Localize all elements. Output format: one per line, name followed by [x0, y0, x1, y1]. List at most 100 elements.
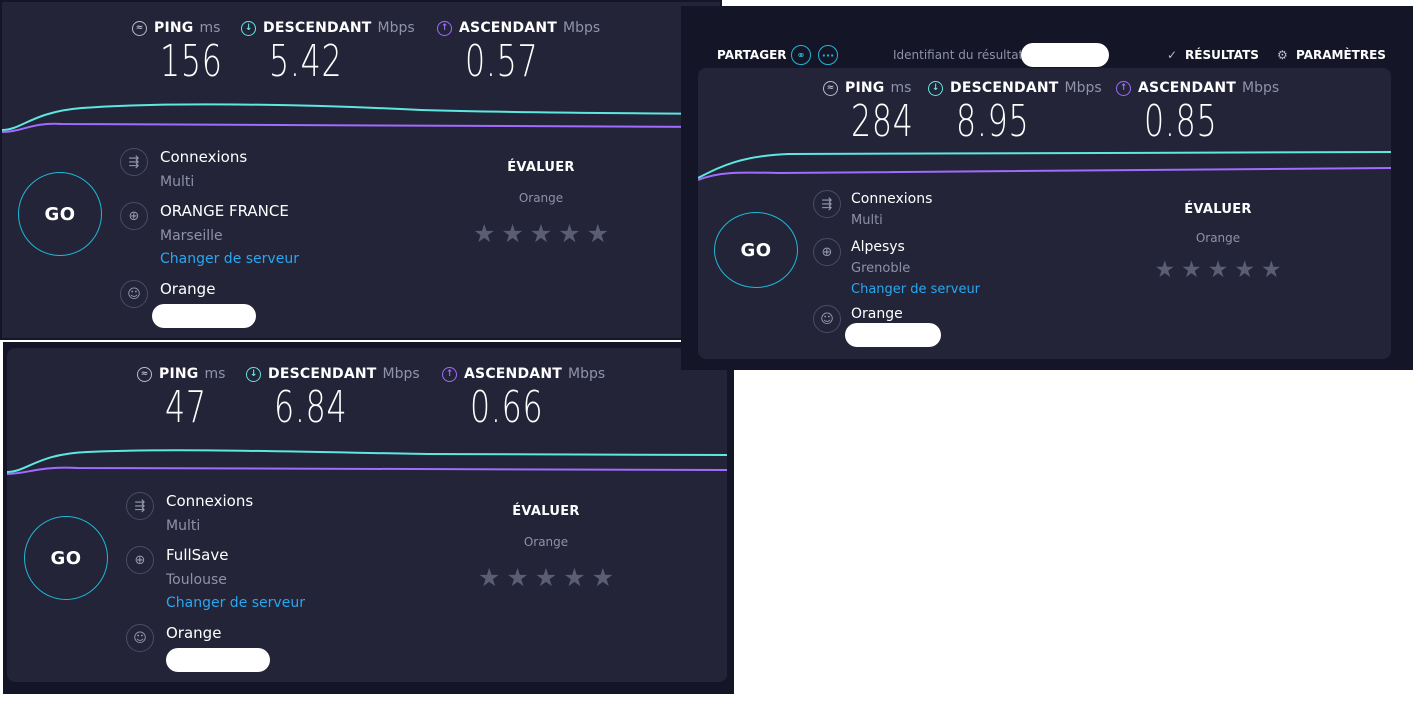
star-icon[interactable]: ★ — [530, 221, 552, 247]
server-city: Marseille — [160, 228, 223, 244]
user-icon: ☺ — [126, 624, 154, 652]
upload-arrow-icon: ↑ — [1116, 80, 1131, 96]
connections-icon: ⇶ — [813, 190, 841, 218]
upload-value: 0.66 — [470, 382, 544, 433]
server-name: ORANGE FRANCE — [160, 202, 289, 220]
upload-speed-line — [2, 122, 720, 133]
download-label: DESCENDANT — [268, 366, 377, 382]
result-card: ≈ PING ms 284 ↓ DESCENDANT Mbps 8.95 ↑ ASCEND… — [698, 68, 1391, 359]
star-icon[interactable]: ★ — [1181, 257, 1202, 283]
redacted-result-id — [1021, 43, 1109, 67]
download-arrow-icon: ↓ — [241, 20, 256, 36]
ping-metric: ≈ PING ms 47 — [137, 366, 225, 432]
isp-name: Orange — [166, 624, 222, 642]
download-value: 5.42 — [269, 36, 343, 87]
upload-label: ASCENDANT — [464, 366, 562, 382]
star-rating: ★ ★ ★ ★ ★ — [461, 565, 631, 591]
more-options-icon[interactable]: ··· — [818, 45, 838, 65]
rating-section: ÉVALUER Orange ★ ★ ★ ★ ★ — [1133, 202, 1303, 283]
redacted-ip — [166, 648, 270, 672]
star-icon[interactable]: ★ — [1154, 257, 1175, 283]
download-unit: Mbps — [382, 366, 420, 382]
rate-title: ÉVALUER — [512, 504, 580, 519]
speedtest-result-marseille: ≈ PING ms 156 ↓ DESCENDANT Mbps 5.42 ↑ ASCEND… — [0, 0, 722, 340]
star-icon[interactable]: ★ — [506, 565, 528, 591]
ping-icon: ≈ — [137, 366, 152, 382]
upload-unit: Mbps — [568, 366, 606, 382]
connections-label: Connexions — [160, 148, 248, 166]
ping-unit: ms — [199, 20, 221, 36]
speed-graph — [2, 103, 720, 133]
star-icon[interactable]: ★ — [558, 221, 580, 247]
ping-unit: ms — [890, 80, 912, 96]
connections-value: Multi — [160, 174, 195, 190]
speed-graph — [7, 449, 727, 475]
link-icon[interactable]: ⚭ — [791, 45, 811, 65]
change-server-link[interactable]: Changer de serveur — [166, 594, 305, 612]
upload-metric: ↑ ASCENDANT Mbps 0.57 — [437, 20, 600, 86]
star-rating: ★ ★ ★ ★ ★ — [456, 221, 626, 247]
star-icon[interactable]: ★ — [592, 565, 614, 591]
connections-label: Connexions — [851, 191, 933, 207]
connections-value: Multi — [166, 518, 201, 534]
upload-metric: ↑ ASCENDANT Mbps 0.85 — [1116, 80, 1279, 146]
ping-metric: ≈ PING ms 284 — [823, 80, 938, 146]
ping-value: 156 — [160, 36, 223, 87]
download-arrow-icon: ↓ — [246, 366, 261, 382]
globe-icon: ⊕ — [813, 238, 841, 266]
star-icon[interactable]: ★ — [1261, 257, 1282, 283]
rate-title: ÉVALUER — [1184, 202, 1252, 217]
user-icon: ☺ — [120, 280, 148, 308]
ping-icon: ≈ — [823, 80, 838, 96]
globe-icon: ⊕ — [126, 546, 154, 574]
download-unit: Mbps — [377, 20, 415, 36]
go-button[interactable]: GO — [24, 516, 108, 600]
upload-arrow-icon: ↑ — [442, 366, 457, 382]
upload-metric: ↑ ASCENDANT Mbps 0.66 — [442, 366, 605, 432]
rate-provider: Orange — [523, 535, 569, 549]
go-button[interactable]: GO — [18, 172, 102, 256]
check-circle-icon: ✓ — [1167, 48, 1178, 62]
ping-label: PING — [154, 20, 194, 36]
speedtest-result-grenoble: PARTAGER ⚭ ··· Identifiant du résultat ✓… — [681, 6, 1413, 370]
ping-label: PING — [845, 80, 885, 96]
settings-link[interactable]: PARAMÈTRES — [1296, 48, 1386, 62]
server-name: FullSave — [166, 546, 229, 564]
ping-unit: ms — [204, 366, 226, 382]
isp-name: Orange — [851, 306, 903, 322]
rate-title: ÉVALUER — [507, 160, 575, 175]
upload-arrow-icon: ↑ — [437, 20, 452, 36]
upload-value: 0.85 — [1144, 96, 1218, 147]
download-speed-line — [698, 151, 1391, 179]
star-icon[interactable]: ★ — [1234, 257, 1255, 283]
ping-icon: ≈ — [132, 20, 147, 36]
connections-value: Multi — [851, 213, 883, 228]
star-icon[interactable]: ★ — [501, 221, 523, 247]
result-id-label: Identifiant du résultat — [893, 48, 1021, 62]
upload-unit: Mbps — [1242, 80, 1280, 96]
server-city: Grenoble — [851, 261, 911, 276]
star-icon[interactable]: ★ — [535, 565, 557, 591]
star-icon[interactable]: ★ — [473, 221, 495, 247]
speedtest-result-toulouse: ≈ PING ms 47 ↓ DESCENDANT Mbps 6.84 ↑ ASCENDA… — [3, 342, 734, 694]
connections-icon: ⇶ — [120, 148, 148, 176]
star-icon[interactable]: ★ — [587, 221, 609, 247]
metrics-bar: ≈ PING ms 156 ↓ DESCENDANT Mbps 5.42 ↑ ASCEND… — [2, 2, 720, 102]
download-value: 8.95 — [956, 96, 1030, 147]
star-icon[interactable]: ★ — [563, 565, 585, 591]
upload-speed-line — [698, 167, 1391, 181]
go-button[interactable]: GO — [714, 212, 798, 288]
upload-label: ASCENDANT — [459, 20, 557, 36]
star-icon[interactable]: ★ — [1208, 257, 1229, 283]
rating-section: ÉVALUER Orange ★ ★ ★ ★ ★ — [461, 504, 631, 591]
connections-label: Connexions — [166, 492, 254, 510]
star-icon[interactable]: ★ — [478, 565, 500, 591]
change-server-link[interactable]: Changer de serveur — [851, 281, 980, 299]
star-rating: ★ ★ ★ ★ ★ — [1133, 257, 1303, 283]
redacted-ip — [152, 304, 256, 328]
results-link[interactable]: RÉSULTATS — [1185, 48, 1259, 62]
metrics-bar: ≈ PING ms 47 ↓ DESCENDANT Mbps 6.84 ↑ ASCENDA… — [7, 348, 727, 448]
ping-value: 47 — [165, 382, 207, 433]
change-server-link[interactable]: Changer de serveur — [160, 250, 299, 268]
redacted-ip — [845, 323, 941, 347]
